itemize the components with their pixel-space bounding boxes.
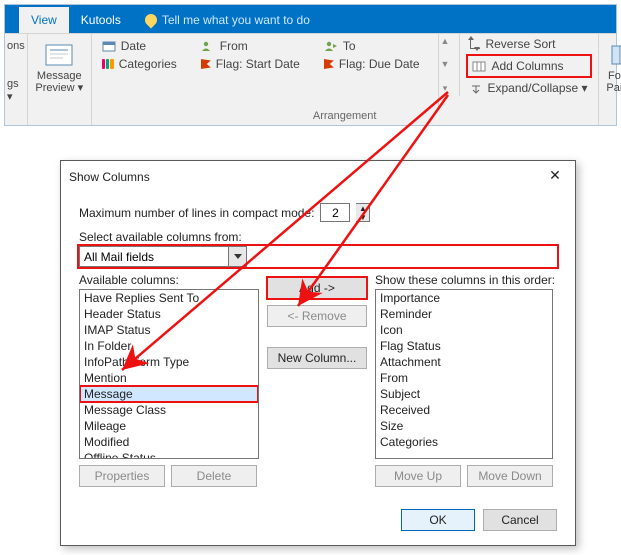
show-columns-dialog: Show Columns ✕ Maximum number of lines i… bbox=[60, 160, 576, 546]
delete-button[interactable]: Delete bbox=[171, 465, 257, 487]
list-item[interactable]: Message Class bbox=[80, 402, 258, 418]
arrange-by-flag-start[interactable]: Flag: Start Date bbox=[197, 56, 304, 72]
tab-view[interactable]: View bbox=[19, 7, 69, 33]
add-columns-icon bbox=[472, 61, 486, 72]
tellme-search[interactable]: Tell me what you want to do bbox=[133, 7, 322, 33]
reverse-sort-label: Reverse Sort bbox=[485, 37, 555, 51]
available-columns-listbox[interactable]: Have Replies Sent ToHeader StatusIMAP St… bbox=[79, 289, 259, 459]
list-item[interactable]: Mileage bbox=[80, 418, 258, 434]
folder-pane-label: Folder Pane ▾ bbox=[606, 70, 621, 94]
list-item[interactable]: Reminder bbox=[376, 306, 552, 322]
ribbon-body: ons gs ▾ Message Preview ▾ Date From To bbox=[5, 33, 616, 125]
expand-collapse-label: Expand/Collapse ▾ bbox=[487, 81, 587, 95]
add-button[interactable]: Add -> bbox=[267, 277, 367, 299]
arrangement-side-commands: Reverse Sort Add Columns Expand/Collapse… bbox=[459, 34, 597, 96]
select-from-value[interactable] bbox=[79, 246, 229, 267]
list-item[interactable]: Offline Status bbox=[80, 450, 258, 459]
move-down-button[interactable]: Move Down bbox=[467, 465, 553, 487]
available-columns-label: Available columns: bbox=[79, 273, 259, 287]
ok-button[interactable]: OK bbox=[401, 509, 475, 531]
person-from-icon bbox=[201, 40, 215, 52]
list-item[interactable]: Attachment bbox=[376, 354, 552, 370]
partial-label-2: gs ▾ bbox=[7, 78, 25, 103]
arrange-by-from[interactable]: From bbox=[197, 38, 304, 54]
arrange-by-date[interactable]: Date bbox=[98, 38, 181, 54]
arrange-by-flag-due[interactable]: Flag: Due Date bbox=[320, 56, 424, 72]
arrange-by-categories-label: Categories bbox=[119, 57, 177, 71]
arrangement-gallery[interactable]: Date From To Categories Flag: Start Date… bbox=[92, 34, 430, 72]
list-item[interactable]: From bbox=[376, 370, 552, 386]
list-item[interactable]: Icon bbox=[376, 322, 552, 338]
tellme-label: Tell me what you want to do bbox=[162, 13, 310, 27]
arrange-by-flag-due-label: Flag: Due Date bbox=[339, 57, 420, 71]
arrange-by-date-label: Date bbox=[121, 39, 146, 53]
maxlines-label: Maximum number of lines in compact mode: bbox=[79, 206, 314, 220]
dialog-title: Show Columns bbox=[69, 170, 150, 184]
add-columns-label: Add Columns bbox=[491, 59, 563, 73]
folder-pane-icon bbox=[609, 42, 621, 68]
move-up-button[interactable]: Move Up bbox=[375, 465, 461, 487]
person-to-icon bbox=[324, 40, 338, 52]
list-item[interactable]: Size bbox=[376, 418, 552, 434]
list-item[interactable]: Message bbox=[80, 386, 258, 402]
list-item[interactable]: Modified bbox=[80, 434, 258, 450]
calendar-icon bbox=[102, 40, 116, 52]
reverse-sort-button[interactable]: Reverse Sort bbox=[466, 36, 591, 52]
arrange-by-to[interactable]: To bbox=[320, 38, 424, 54]
dialog-titlebar[interactable]: Show Columns ✕ bbox=[61, 161, 575, 193]
reverse-sort-icon bbox=[470, 39, 480, 49]
gallery-scroll[interactable]: ▲ ▼ ▾ bbox=[438, 34, 452, 108]
expand-collapse-icon bbox=[470, 83, 482, 94]
arrange-by-from-label: From bbox=[220, 39, 248, 53]
list-item[interactable]: In Folder bbox=[80, 338, 258, 354]
select-from-combo[interactable] bbox=[79, 246, 557, 267]
arrange-by-categories[interactable]: Categories bbox=[98, 56, 181, 72]
remove-button[interactable]: <- Remove bbox=[267, 305, 367, 327]
maxlines-spinner[interactable]: ▲▼ bbox=[356, 203, 370, 222]
arrangement-group-label: Arrangement bbox=[92, 108, 598, 125]
select-from-label: Select available columns from: bbox=[79, 230, 557, 244]
properties-button[interactable]: Properties bbox=[79, 465, 165, 487]
list-item[interactable]: Header Status bbox=[80, 306, 258, 322]
new-column-button[interactable]: New Column... bbox=[267, 347, 367, 369]
list-item[interactable]: Have Replies Sent To bbox=[80, 290, 258, 306]
partial-label-1: ons bbox=[7, 40, 25, 52]
add-columns-button[interactable]: Add Columns bbox=[466, 54, 591, 78]
arrange-by-to-label: To bbox=[343, 39, 356, 53]
flag-icon bbox=[201, 59, 211, 69]
ribbon-group-partial-left: ons gs ▾ bbox=[5, 34, 28, 125]
list-item[interactable]: InfoPath Form Type bbox=[80, 354, 258, 370]
ribbon-group-layout: Folder Pane ▾ bbox=[599, 34, 621, 125]
list-item[interactable]: IMAP Status bbox=[80, 322, 258, 338]
message-preview-icon bbox=[44, 42, 74, 68]
list-item[interactable]: Mention bbox=[80, 370, 258, 386]
flag-icon bbox=[324, 59, 334, 69]
order-columns-listbox[interactable]: ImportanceReminderIconFlag StatusAttachm… bbox=[375, 289, 553, 459]
cancel-button[interactable]: Cancel bbox=[483, 509, 557, 531]
list-item[interactable]: Received bbox=[376, 402, 552, 418]
lightbulb-icon bbox=[142, 12, 159, 29]
message-preview-button[interactable]: Message Preview ▾ bbox=[34, 38, 85, 94]
folder-pane-button[interactable]: Folder Pane ▾ bbox=[605, 38, 621, 94]
ribbon-group-arrangement: Date From To Categories Flag: Start Date… bbox=[92, 34, 599, 125]
expand-collapse-button[interactable]: Expand/Collapse ▾ bbox=[466, 80, 591, 96]
arrange-by-flag-start-label: Flag: Start Date bbox=[216, 57, 300, 71]
ribbon: View Kutools Tell me what you want to do… bbox=[4, 4, 617, 126]
maxlines-input[interactable] bbox=[320, 203, 350, 222]
chevron-down-icon[interactable] bbox=[229, 246, 247, 267]
order-columns-label: Show these columns in this order: bbox=[375, 273, 555, 287]
list-item[interactable]: Subject bbox=[376, 386, 552, 402]
ribbon-tabs: View Kutools Tell me what you want to do bbox=[5, 5, 616, 33]
categories-icon bbox=[102, 59, 114, 69]
ribbon-group-message-preview: Message Preview ▾ bbox=[28, 34, 92, 125]
list-item[interactable]: Flag Status bbox=[376, 338, 552, 354]
tab-kutools[interactable]: Kutools bbox=[69, 7, 133, 33]
close-icon[interactable]: ✕ bbox=[543, 167, 567, 187]
list-item[interactable]: Importance bbox=[376, 290, 552, 306]
message-preview-label: Message Preview ▾ bbox=[35, 70, 83, 94]
list-item[interactable]: Categories bbox=[376, 434, 552, 450]
